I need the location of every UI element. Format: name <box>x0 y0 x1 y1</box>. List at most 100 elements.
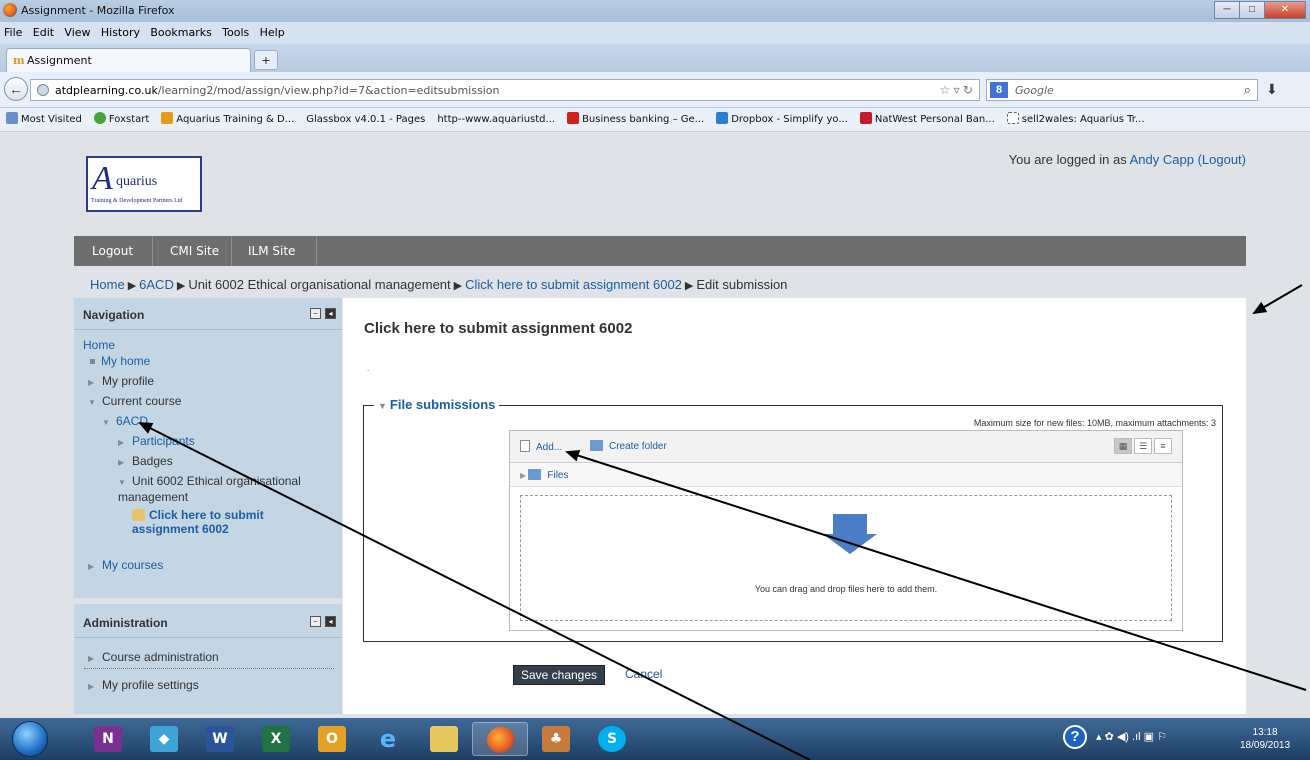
bookmark-business-banking[interactable]: Business banking – Ge... <box>567 108 704 131</box>
address-bar[interactable]: atdplearning.co.uk/learning2/mod/assign/… <box>30 78 1013 104</box>
start-button[interactable] <box>12 721 48 757</box>
bookmark-glassbox[interactable]: Glassbox v4.0.1 - Pages <box>306 108 425 131</box>
nav-participants[interactable]: ▶ Participants <box>118 434 195 448</box>
nav-badges[interactable]: ▶ Badges <box>118 454 173 468</box>
drop-arrow-icon <box>833 514 867 534</box>
breadcrumb-assignment[interactable]: Click here to submit assignment 6002 <box>465 277 682 292</box>
save-changes-button[interactable]: Save changes <box>513 665 605 685</box>
clock-date: 18/09/2013 <box>1240 740 1291 751</box>
bookmark-sell2wales[interactable]: sell2wales: Aquarius Tr... <box>1006 108 1145 131</box>
nav-ilm-site[interactable]: ILM Site <box>248 244 295 258</box>
user-profile-link[interactable]: Andy Capp <box>1130 152 1194 167</box>
menu-bar: File Edit View History Bookmarks Tools H… <box>0 22 1310 44</box>
menu-help[interactable]: Help <box>260 22 285 44</box>
dock-icon[interactable]: ◂ <box>325 308 336 319</box>
url-text[interactable]: atdplearning.co.uk/learning2/mod/assign/… <box>55 84 499 97</box>
nav-my-courses[interactable]: ▶ My courses <box>88 558 163 572</box>
nav-logout[interactable]: Logout <box>92 244 133 258</box>
taskbar-excel[interactable]: X <box>248 722 304 756</box>
view-mode-buttons: ▦ ☰ ≡ <box>1112 438 1172 454</box>
window-controls: ─ □ ✕ <box>1214 1 1306 19</box>
nav-cmi-site[interactable]: CMI Site <box>170 244 219 258</box>
taskbar-outlook[interactable]: O <box>304 722 360 756</box>
nav-course-administration[interactable]: ▶ Course administration <box>88 650 219 664</box>
folder-icon <box>590 440 603 451</box>
drag-drop-message: You can drag and drop files here to add … <box>754 584 938 594</box>
menu-bookmarks[interactable]: Bookmarks <box>150 22 211 44</box>
cancel-button[interactable]: Cancel <box>625 667 662 681</box>
breadcrumb-home[interactable]: Home <box>90 277 125 292</box>
nav-current-course[interactable]: ▼ Current course <box>88 394 181 408</box>
search-engine-placeholder: Google <box>1015 84 1054 97</box>
file-submissions-legend[interactable]: ▼ File submissions <box>374 397 500 412</box>
minimize-button[interactable]: ─ <box>1214 1 1240 19</box>
max-size-note: Maximum size for new files: 10MB, maximu… <box>973 418 1216 428</box>
menu-file[interactable]: File <box>4 22 22 44</box>
administration-block-header: Administration − ◂ <box>74 598 342 638</box>
maximize-button[interactable]: □ <box>1239 1 1265 19</box>
bookmark-dropbox[interactable]: Dropbox - Simplify yo... <box>716 108 848 131</box>
tab-label: Assignment <box>27 54 92 67</box>
bookmark-aquarius[interactable]: Aquarius Training & D... <box>161 108 294 131</box>
add-file-button[interactable]: Add... <box>520 440 562 453</box>
bookmark-most-visited[interactable]: Most Visited <box>6 108 82 131</box>
menu-edit[interactable]: Edit <box>33 22 54 44</box>
taskbar-word[interactable]: W <box>192 722 248 756</box>
close-window-button[interactable]: ✕ <box>1264 1 1306 19</box>
taskbar-onenote[interactable]: N <box>80 722 136 756</box>
nav-profile-settings[interactable]: ▶ My profile settings <box>88 678 199 692</box>
new-tab-button[interactable]: + <box>254 50 278 70</box>
system-clock[interactable]: 13:18 18/09/2013 <box>1240 726 1290 752</box>
divider <box>152 236 153 266</box>
expand-icon: ▶ <box>88 682 95 691</box>
system-tray[interactable]: ▴ ✿ ◀) .ıl ▣ ⚐ <box>1096 730 1167 743</box>
menu-tools[interactable]: Tools <box>222 22 249 44</box>
login-info: You are logged in as Andy Capp (Logout) <box>1009 152 1246 167</box>
search-box[interactable]: 8 Google ⌕ <box>986 79 1258 101</box>
menu-history[interactable]: History <box>101 22 140 44</box>
logout-link[interactable]: (Logout) <box>1198 152 1246 167</box>
tree-view-button[interactable]: ≡ <box>1154 438 1172 454</box>
search-icon[interactable]: ⌕ <box>1244 82 1251 98</box>
left-sidebar: Navigation − ◂ Home My home ▶ My profile … <box>74 298 342 714</box>
collapse-icon[interactable]: − <box>310 308 321 319</box>
taskbar-skype[interactable]: S <box>584 722 640 756</box>
taskbar-app[interactable]: ♣ <box>528 722 584 756</box>
navigation-block-header: Navigation − ◂ <box>74 298 342 330</box>
help-icon[interactable]: ? <box>1063 725 1087 749</box>
create-folder-button[interactable]: Create folder <box>590 440 667 452</box>
url-tools[interactable]: ☆ ▿ ↻ <box>939 83 973 97</box>
moodle-favicon-icon: m <box>13 54 25 67</box>
collapse-icon[interactable]: − <box>310 616 321 627</box>
icons-view-button[interactable]: ▦ <box>1114 438 1132 454</box>
tab-assignment[interactable]: m Assignment <box>6 48 251 72</box>
breadcrumb-course[interactable]: 6ACD <box>139 277 174 292</box>
back-button[interactable]: ← <box>4 77 28 101</box>
dock-icon[interactable]: ◂ <box>325 616 336 627</box>
folder-icon <box>528 469 542 480</box>
file-manager: Add... Create folder ▦ ☰ ≡ ▶ Files You c… <box>509 430 1183 631</box>
nav-course-6acd[interactable]: ▼ 6ACD <box>102 414 148 428</box>
logo-subtitle: Training & Development Partners Ltd <box>91 198 183 204</box>
taskbar-explorer[interactable] <box>416 722 472 756</box>
word-icon: W <box>206 726 234 752</box>
nav-my-profile[interactable]: ▶ My profile <box>88 374 154 388</box>
nav-unit-6002[interactable]: ▼ Unit 6002 Ethical organisational manage… <box>118 474 318 504</box>
nav-my-home[interactable]: My home <box>88 354 150 368</box>
taskbar-messenger[interactable]: ◆ <box>136 722 192 756</box>
bookmark-foxstart[interactable]: Foxstart <box>93 108 149 131</box>
files-root-link[interactable]: ▶ Files <box>520 469 569 481</box>
download-icon[interactable]: ⬇ <box>1266 81 1278 98</box>
nav-assignment[interactable]: Click here to submit assignment 6002 <box>132 508 328 536</box>
aquarius-logo[interactable]: A quarius Training & Development Partner… <box>86 156 202 212</box>
bookmark-natwest[interactable]: NatWest Personal Ban... <box>859 108 995 131</box>
taskbar-firefox[interactable] <box>472 722 528 756</box>
list-view-button[interactable]: ☰ <box>1134 438 1152 454</box>
logo-letter: A <box>92 160 113 197</box>
menu-view[interactable]: View <box>64 22 90 44</box>
file-path-bar: ▶ Files <box>510 463 1182 487</box>
nav-home[interactable]: Home <box>83 338 115 352</box>
drag-drop-zone[interactable]: You can drag and drop files here to add … <box>520 495 1172 621</box>
taskbar-internet-explorer[interactable]: e <box>360 722 416 756</box>
bookmark-aquariustd[interactable]: http--www.aquariustd... <box>437 108 555 131</box>
